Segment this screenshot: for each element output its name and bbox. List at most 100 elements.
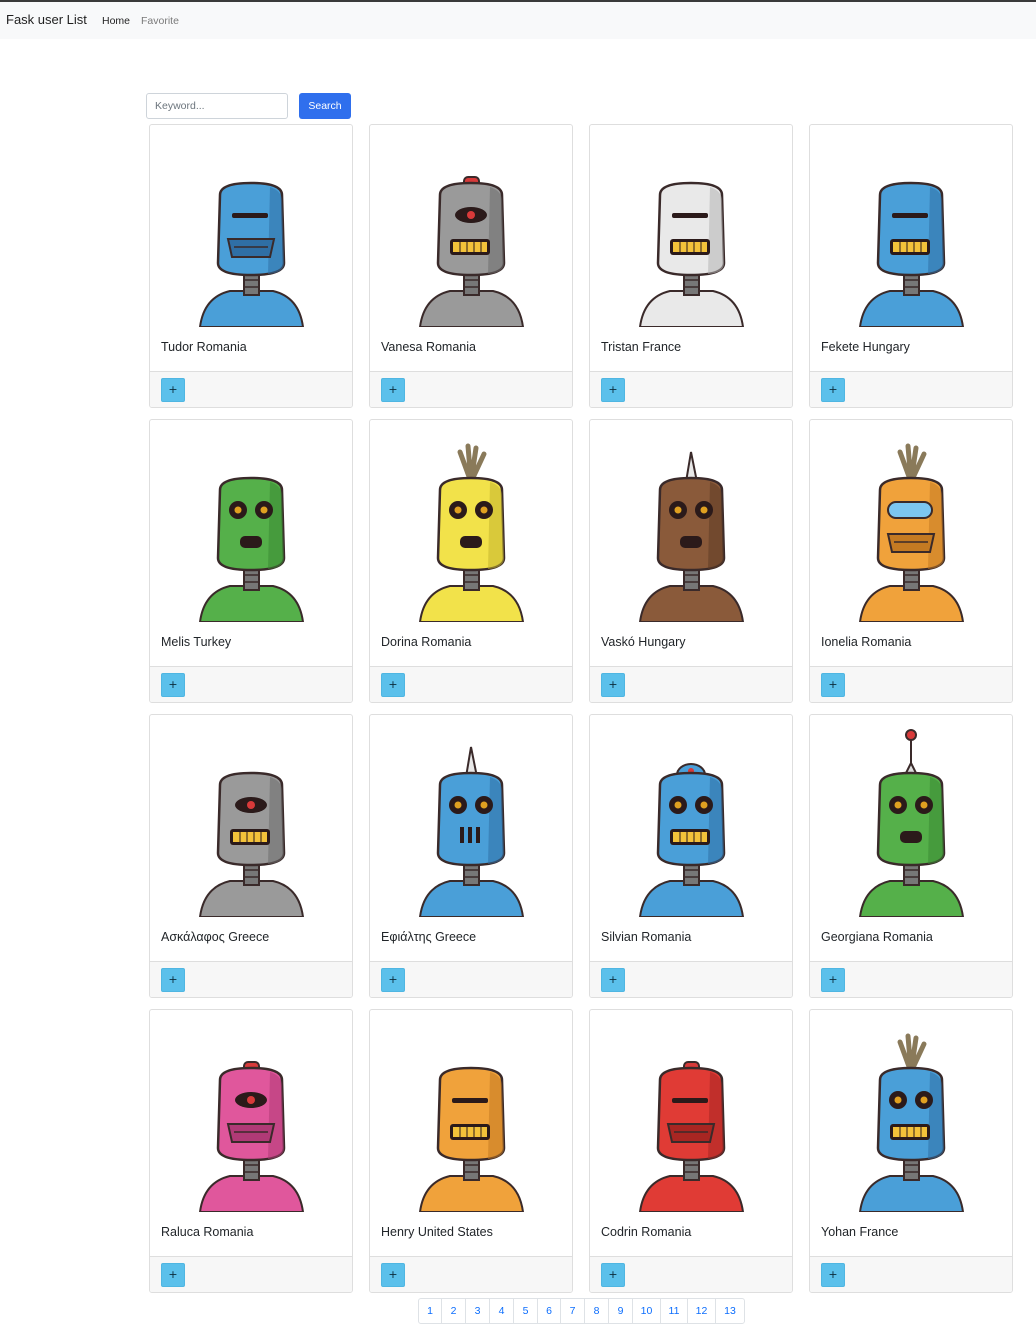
- user-card: Ionelia Romania +: [809, 419, 1013, 703]
- robot-avatar: [160, 430, 343, 622]
- user-card: Tudor Romania +: [149, 124, 353, 408]
- nav-link-home[interactable]: Home: [102, 15, 130, 27]
- robot-avatar: [600, 1020, 783, 1212]
- user-card: Εφιάλτης Greece +: [369, 714, 573, 998]
- robot-avatar: [380, 135, 563, 327]
- card-footer: +: [590, 666, 792, 702]
- add-favorite-button[interactable]: +: [381, 968, 405, 992]
- user-name: Vanesa Romania: [381, 340, 476, 354]
- card-footer: +: [590, 961, 792, 997]
- robot-avatar: [160, 1020, 343, 1212]
- pagination: 1 2 3 4 5 6 7 8 9 10 11 12 13: [418, 1298, 745, 1324]
- page-link[interactable]: 9: [609, 1299, 633, 1323]
- card-footer: +: [370, 666, 572, 702]
- page-link[interactable]: 6: [538, 1299, 561, 1323]
- card-footer: +: [150, 666, 352, 702]
- robot-avatar: [820, 430, 1003, 622]
- navbar: Fask user List Home Favorite: [0, 2, 1036, 39]
- add-favorite-button[interactable]: +: [601, 673, 625, 697]
- add-favorite-button[interactable]: +: [821, 968, 845, 992]
- card-footer: +: [150, 961, 352, 997]
- page-link[interactable]: 5: [514, 1299, 538, 1323]
- user-name: Ionelia Romania: [821, 635, 912, 649]
- user-card: Georgiana Romania +: [809, 714, 1013, 998]
- search-input[interactable]: [146, 93, 288, 119]
- add-favorite-button[interactable]: +: [381, 673, 405, 697]
- add-favorite-button[interactable]: +: [601, 968, 625, 992]
- robot-avatar: [160, 725, 343, 917]
- card-footer: +: [370, 371, 572, 407]
- user-card: Tristan France +: [589, 124, 793, 408]
- robot-avatar: [160, 135, 343, 327]
- add-favorite-button[interactable]: +: [381, 378, 405, 402]
- add-favorite-button[interactable]: +: [821, 673, 845, 697]
- user-name: Tudor Romania: [161, 340, 247, 354]
- card-footer: +: [370, 1256, 572, 1292]
- page-link[interactable]: 13: [716, 1299, 744, 1323]
- robot-avatar: [820, 725, 1003, 917]
- user-name: Georgiana Romania: [821, 930, 933, 944]
- user-name: Vaskó Hungary: [601, 635, 686, 649]
- card-footer: +: [150, 371, 352, 407]
- search-button[interactable]: Search: [299, 93, 351, 119]
- card-footer: +: [590, 371, 792, 407]
- robot-avatar: [820, 135, 1003, 327]
- user-card: Melis Turkey +: [149, 419, 353, 703]
- page-link[interactable]: 7: [561, 1299, 585, 1323]
- user-name: Εφιάλτης Greece: [381, 930, 477, 944]
- robot-avatar: [380, 1020, 563, 1212]
- card-footer: +: [810, 1256, 1012, 1292]
- card-footer: +: [810, 961, 1012, 997]
- user-name: Henry United States: [381, 1225, 493, 1239]
- card-footer: +: [370, 961, 572, 997]
- user-name: Dorina Romania: [381, 635, 472, 649]
- nav-link-favorite[interactable]: Favorite: [141, 15, 179, 27]
- user-card: Yohan France +: [809, 1009, 1013, 1293]
- user-card: Dorina Romania +: [369, 419, 573, 703]
- add-favorite-button[interactable]: +: [161, 673, 185, 697]
- brand-title[interactable]: Fask user List: [6, 12, 87, 27]
- add-favorite-button[interactable]: +: [161, 968, 185, 992]
- add-favorite-button[interactable]: +: [601, 378, 625, 402]
- user-name: Melis Turkey: [161, 635, 232, 649]
- user-card: Codrin Romania +: [589, 1009, 793, 1293]
- user-card: Henry United States +: [369, 1009, 573, 1293]
- user-card: Silvian Romania +: [589, 714, 793, 998]
- add-favorite-button[interactable]: +: [821, 378, 845, 402]
- user-card: Fekete Hungary +: [809, 124, 1013, 408]
- card-footer: +: [150, 1256, 352, 1292]
- add-favorite-button[interactable]: +: [821, 1263, 845, 1287]
- card-footer: +: [810, 371, 1012, 407]
- robot-avatar: [380, 725, 563, 917]
- user-name: Codrin Romania: [601, 1225, 692, 1239]
- robot-avatar: [600, 430, 783, 622]
- card-footer: +: [810, 666, 1012, 702]
- page-link[interactable]: 10: [633, 1299, 661, 1323]
- page-link[interactable]: 12: [688, 1299, 716, 1323]
- page-link[interactable]: 2: [442, 1299, 466, 1323]
- user-card: Ασκάλαφος Greece +: [149, 714, 353, 998]
- add-favorite-button[interactable]: +: [161, 1263, 185, 1287]
- user-card: Vanesa Romania +: [369, 124, 573, 408]
- page-link[interactable]: 11: [661, 1299, 688, 1323]
- user-name: Raluca Romania: [161, 1225, 254, 1239]
- robot-avatar: [600, 135, 783, 327]
- add-favorite-button[interactable]: +: [381, 1263, 405, 1287]
- card-footer: +: [590, 1256, 792, 1292]
- robot-avatar: [820, 1020, 1003, 1212]
- page-link[interactable]: 8: [585, 1299, 609, 1323]
- user-card: Raluca Romania +: [149, 1009, 353, 1293]
- add-favorite-button[interactable]: +: [161, 378, 185, 402]
- page-link[interactable]: 3: [466, 1299, 490, 1323]
- user-name: Yohan France: [821, 1225, 899, 1239]
- user-name: Fekete Hungary: [821, 340, 910, 354]
- user-name: Tristan France: [601, 340, 682, 354]
- add-favorite-button[interactable]: +: [601, 1263, 625, 1287]
- user-card: Vaskó Hungary +: [589, 419, 793, 703]
- user-name: Silvian Romania: [601, 930, 692, 944]
- robot-avatar: [380, 430, 563, 622]
- page-link[interactable]: 4: [490, 1299, 514, 1323]
- robot-avatar: [600, 725, 783, 917]
- user-name: Ασκάλαφος Greece: [161, 930, 270, 944]
- page-link[interactable]: 1: [419, 1299, 442, 1323]
